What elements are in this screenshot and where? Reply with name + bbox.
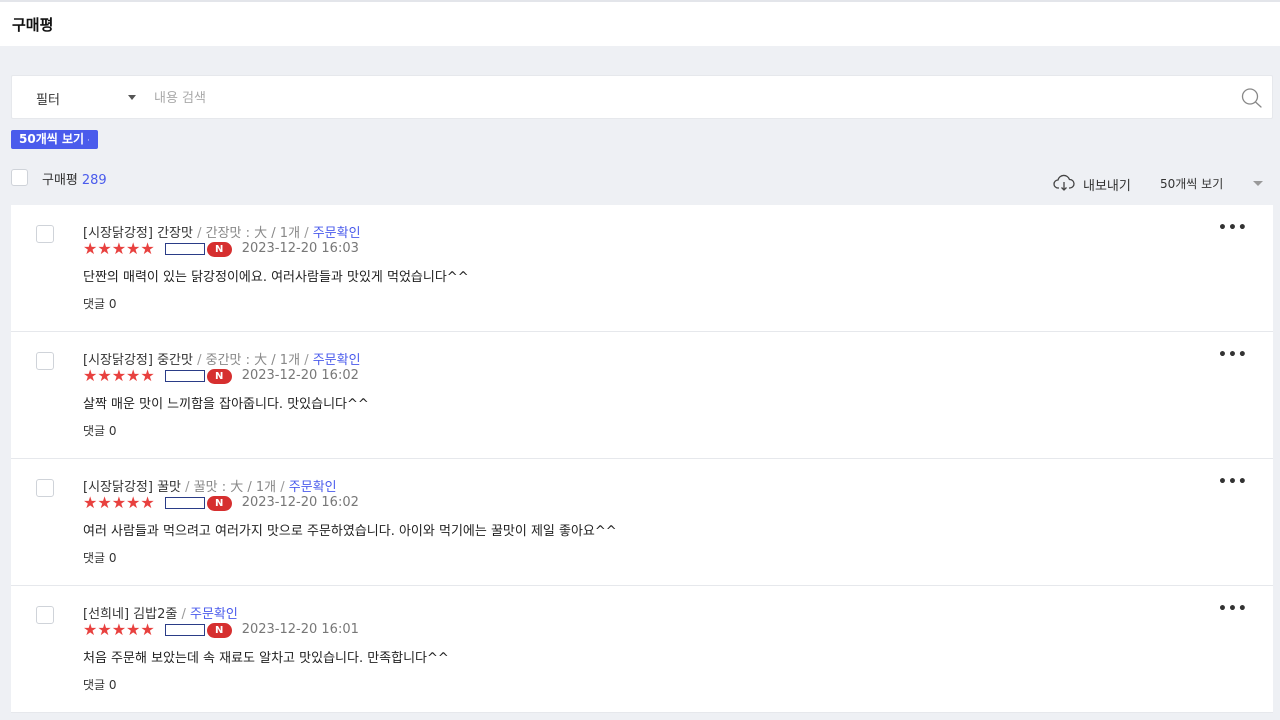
per-page-dropdown[interactable]: 50개씩 보기: [1160, 175, 1270, 192]
review-checkbox[interactable]: [36, 606, 54, 624]
review-count-number: 289: [81, 173, 107, 188]
review-date: 2023-12-20 16:01: [241, 622, 359, 637]
review-item: [시장닭강정] 꿀맛 / 꿀맛 : 大 / 1개 / 주문확인 ★★★★★ N 20…: [11, 459, 1273, 586]
naver-badge: N: [206, 496, 232, 511]
review-text: 단짠의 매력이 있는 닭강정이에요. 여러사람들과 맛있게 먹었습니다^^: [83, 270, 469, 285]
review-checkbox[interactable]: [36, 225, 54, 243]
chip-label: 50개씩 보기: [19, 132, 85, 146]
naver-badge: N: [206, 242, 232, 257]
review-date: 2023-12-20 16:03: [241, 241, 359, 256]
separator: /: [197, 353, 202, 368]
star-rating: ★★★★★: [83, 493, 155, 512]
review-date: 2023-12-20 16:02: [241, 495, 359, 510]
order-status-link[interactable]: 주문확인: [313, 226, 361, 241]
order-status-link[interactable]: 주문확인: [313, 353, 361, 368]
page-header: 구매평: [0, 2, 1280, 46]
separator: /: [197, 226, 202, 241]
review-item: [시장닭강정] 간장맛 / 간장맛 : 大 / 1개 / 주문확인 ★★★★★ N…: [11, 205, 1273, 332]
review-list: [시장닭강정] 간장맛 / 간장맛 : 大 / 1개 / 주문확인 ★★★★★ N…: [11, 205, 1273, 713]
product-option: 꿀맛 : 大 / 1개: [193, 480, 277, 495]
separator: /: [181, 607, 186, 622]
star-rating: ★★★★★: [83, 239, 155, 258]
product-option: 중간맛 : 大 / 1개: [205, 353, 301, 368]
review-checkbox[interactable]: [36, 479, 54, 497]
reply-count-link[interactable]: 댓글 0: [83, 676, 117, 693]
review-text: 여러 사람들과 먹으려고 여러가지 맛으로 주문하였습니다. 아이와 먹기에는 …: [83, 524, 617, 539]
separator: /: [304, 226, 309, 241]
caret-down-icon: [1253, 181, 1263, 186]
reviewer-name-redacted: [164, 370, 205, 382]
naver-badge: N: [206, 623, 232, 638]
review-rating-row: ★★★★★ N 2023-12-20 16:02: [83, 495, 359, 511]
review-item: [시장닭강정] 중간맛 / 중간맛 : 大 / 1개 / 주문확인 ★★★★★ N…: [11, 332, 1273, 459]
review-date: 2023-12-20 16:02: [241, 368, 359, 383]
select-all-checkbox[interactable]: [11, 169, 28, 186]
export-label: 내보내기: [1083, 179, 1131, 194]
more-horizontal-icon[interactable]: •••: [1218, 221, 1247, 239]
more-horizontal-icon[interactable]: •••: [1218, 602, 1247, 620]
filter-dropdown-label: 필터: [36, 93, 60, 108]
reply-count-link[interactable]: 댓글 0: [83, 549, 117, 566]
filter-bar: 필터: [11, 75, 1273, 119]
more-horizontal-icon[interactable]: •••: [1218, 475, 1247, 493]
caret-down-icon: [128, 95, 136, 100]
search-icon[interactable]: [1240, 87, 1264, 109]
more-horizontal-icon[interactable]: •••: [1218, 348, 1247, 366]
review-item: [선희네] 김밥2줄 / 주문확인 ★★★★★ N 2023-12-20 16:01…: [11, 586, 1273, 713]
reviewer-name-redacted: [164, 243, 205, 255]
star-rating: ★★★★★: [83, 620, 155, 639]
reviewer-name-redacted: [164, 624, 205, 636]
search-input[interactable]: [154, 87, 1214, 109]
review-count-text: 구매평: [42, 173, 78, 188]
order-status-link[interactable]: 주문확인: [190, 607, 238, 622]
review-checkbox[interactable]: [36, 352, 54, 370]
page-title: 구매평: [12, 16, 54, 34]
review-rating-row: ★★★★★ N 2023-12-20 16:02: [83, 368, 359, 384]
review-rating-row: ★★★★★ N 2023-12-20 16:01: [83, 622, 359, 638]
cloud-download-icon: [1053, 174, 1075, 191]
star-rating: ★★★★★: [83, 366, 155, 385]
order-status-link[interactable]: 주문확인: [289, 480, 337, 495]
reviewer-name-redacted: [164, 497, 205, 509]
review-count-label: 구매평 289: [42, 169, 107, 188]
separator: /: [280, 480, 285, 495]
separator: /: [185, 480, 190, 495]
review-text: 처음 주문해 보았는데 속 재료도 알차고 맛있습니다. 만족합니다^^: [83, 651, 449, 666]
reply-count-link[interactable]: 댓글 0: [83, 295, 117, 312]
per-page-label: 50개씩 보기: [1160, 177, 1224, 191]
naver-badge: N: [206, 369, 232, 384]
chip-remove-icon[interactable]: ·: [87, 136, 90, 146]
review-rating-row: ★★★★★ N 2023-12-20 16:03: [83, 241, 359, 257]
active-filter-chip[interactable]: 50개씩 보기 ·: [11, 130, 98, 149]
reply-count-link[interactable]: 댓글 0: [83, 422, 117, 439]
product-option: 간장맛 : 大 / 1개: [205, 226, 301, 241]
review-text: 살짝 매운 맛이 느끼함을 잡아줍니다. 맛있습니다^^: [83, 397, 369, 412]
separator: /: [304, 353, 309, 368]
filter-dropdown[interactable]: 필터: [36, 89, 146, 108]
